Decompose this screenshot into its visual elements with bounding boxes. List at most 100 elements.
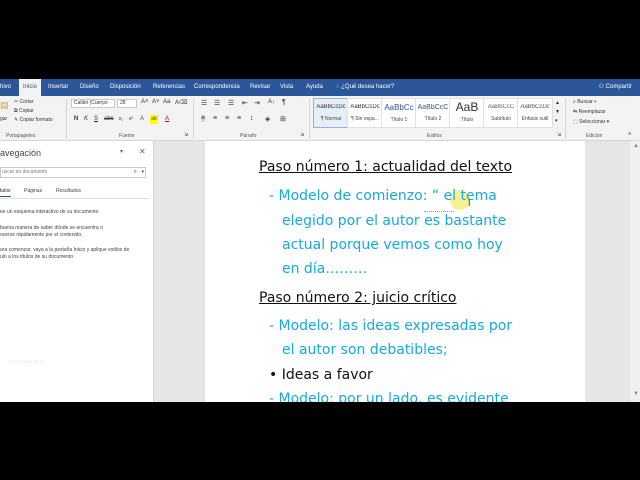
select-button[interactable]: ⬚ Seleccionar ▾ — [573, 119, 609, 125]
bullet-ideas-a-favor[interactable]: • Ideas a favor — [269, 367, 373, 383]
justify-icon[interactable]: ≡ — [237, 115, 241, 122]
tab-correspondencia[interactable]: Correspondencia — [194, 79, 240, 96]
scroll-up-icon[interactable]: ▲ — [633, 143, 639, 149]
style-subtitulo[interactable]: AaBbCcC Subtítulo — [483, 98, 519, 128]
model-line[interactable]: actual porque vemos como hoy — [282, 237, 503, 253]
clipboard-group-label: Portapapeles — [6, 133, 36, 139]
styles-scroll-icon[interactable]: ▲ ▼ ▾ — [555, 99, 560, 126]
watermark-brand: SCREENCAST MATIC — [8, 366, 130, 378]
font-size-select[interactable]: 28 — [117, 99, 137, 108]
font-launcher-icon[interactable]: ⇲ — [184, 132, 188, 138]
font-name-select[interactable]: Calibri (Cuerpo — [71, 99, 115, 108]
tab-referencias[interactable]: Referencias — [153, 79, 185, 96]
style-titulo-1[interactable]: AaBbCc Título 1 — [381, 98, 417, 128]
styles-launcher-icon[interactable]: ⇲ — [557, 132, 561, 138]
line-spacing-icon[interactable]: ↕ — [250, 115, 254, 122]
decrease-indent-icon[interactable]: ⇤ — [242, 99, 248, 107]
italic-icon[interactable]: K — [82, 115, 90, 124]
model-line[interactable]: - Modelo: por un lado, es evidente — [269, 391, 509, 402]
tab-resultados[interactable]: Resultados — [56, 188, 81, 194]
tab-titulos[interactable]: tulos — [0, 188, 11, 197]
model-line[interactable]: - Modelo: las ideas expresadas por — [269, 318, 512, 334]
nav-help-text: buena manera de saber dónde se encuentra… — [0, 225, 103, 231]
scroll-down-icon[interactable]: ▼ — [633, 391, 639, 397]
text-effects-icon[interactable]: A — [138, 115, 146, 124]
tab-paginas[interactable]: Páginas — [24, 188, 42, 194]
borders-icon[interactable]: ⊞ — [280, 115, 286, 123]
paragraph-launcher-icon[interactable]: ⇲ — [300, 132, 304, 138]
nav-help-text: ulo a los títulos de su documento. — [0, 254, 75, 260]
tab-inicio[interactable]: Inicio — [19, 79, 42, 96]
tab-ayuda[interactable]: Ayuda — [306, 79, 323, 96]
divider — [565, 99, 566, 139]
vertical-scrollbar[interactable]: ▲ ▼ — [630, 141, 640, 402]
style-titulo[interactable]: AaB Título — [449, 98, 485, 128]
multilevel-list-icon[interactable]: ☰ — [228, 99, 234, 107]
cut-button[interactable]: ✂ Cortar — [14, 99, 34, 105]
tab-disposicion[interactable]: Disposición — [110, 79, 141, 96]
style-name: Título 1 — [390, 117, 408, 123]
style-name: Título 2 — [424, 116, 442, 122]
divider — [309, 99, 310, 139]
tell-me-box[interactable]: ◌ ¿Qué desea hacer? — [336, 79, 394, 96]
bullets-icon[interactable]: ☰ — [201, 99, 207, 107]
search-icon: ⌕ — [573, 99, 576, 105]
style-sin-espaciado[interactable]: AaBbCcDc ¶ Sin espa... — [347, 98, 383, 128]
numbering-icon[interactable]: ☰ — [214, 99, 220, 107]
find-button[interactable]: ⌕ Buscar ▾ — [573, 99, 596, 105]
underline-icon[interactable]: S — [92, 115, 100, 124]
replace-button[interactable]: ⇆ Reemplazar — [573, 109, 606, 115]
align-left-icon[interactable]: ≡ — [201, 115, 206, 122]
grow-font-icon[interactable]: A˄ — [141, 99, 149, 105]
tab-insertar[interactable]: Insertar — [48, 79, 68, 96]
text-cursor-icon: I — [468, 198, 471, 208]
search-icon[interactable]: ⌕ — [134, 168, 137, 177]
font-color-icon[interactable]: A — [163, 115, 171, 124]
sort-icon[interactable]: A↓ — [268, 99, 275, 105]
share-button[interactable]: ⚇ Compartir — [599, 79, 632, 96]
align-right-icon[interactable]: ≡ — [225, 115, 229, 122]
format-painter-button[interactable]: ✎ Copiar formato — [14, 117, 53, 123]
copy-icon: ⧉ — [14, 108, 18, 114]
nav-help-text: ara comenzar, vaya a la pestaña Inicio y… — [0, 247, 130, 253]
cut-label: Cortar — [19, 99, 34, 105]
lightbulb-icon: ◌ — [336, 84, 340, 90]
paste-label[interactable]: gar — [0, 116, 7, 122]
highlight-icon[interactable]: ab — [150, 115, 158, 124]
bold-icon[interactable]: N — [72, 115, 80, 124]
tab-vista[interactable]: Vista — [280, 79, 293, 96]
style-normal[interactable]: AaBbCcDc ¶ Normal — [313, 98, 349, 128]
heading-paso-2[interactable]: Paso número 2: juicio crítico — [259, 290, 456, 306]
model-line[interactable]: - Modelo de comienzo: “ el tema — [269, 188, 497, 204]
copy-button[interactable]: ⧉ Copiar — [14, 108, 34, 114]
align-center-icon[interactable]: ≡ — [213, 115, 217, 122]
scissors-icon: ✂ — [14, 99, 19, 105]
change-case-icon[interactable]: Aa — [163, 99, 170, 105]
increase-indent-icon[interactable]: ⇥ — [254, 99, 260, 107]
tab-diseno[interactable]: Diseño — [80, 79, 99, 96]
search-input[interactable]: uscar en documento ⌕ ▾ — [0, 167, 146, 178]
shading-icon[interactable]: ◈ — [265, 115, 270, 123]
search-placeholder: uscar en documento — [2, 169, 48, 175]
model-line[interactable]: elegido por el autor es bastante — [282, 213, 506, 229]
shrink-font-icon[interactable]: A˅ — [152, 99, 160, 105]
style-preview: AaBbCcDc — [350, 104, 380, 110]
chevron-down-icon[interactable]: ▾ — [141, 168, 144, 177]
subscript-icon[interactable]: x₂ — [117, 115, 125, 124]
model-line[interactable]: en día……… — [282, 261, 367, 277]
model-line[interactable]: el autor son debatibles; — [282, 342, 448, 358]
collapse-ribbon-icon[interactable]: ˄ — [628, 132, 632, 138]
document-page[interactable]: Paso número 1: actualidad del texto - Mo… — [205, 141, 585, 402]
close-icon[interactable]: ✕ — [139, 147, 146, 156]
pane-options-icon[interactable]: ▾ — [120, 148, 123, 155]
tab-revisar[interactable]: Revisar — [250, 79, 270, 96]
style-titulo-2[interactable]: AaBbCcC Título 2 — [415, 98, 451, 128]
paste-icon[interactable]: ▤ — [0, 100, 9, 111]
tab-archivo[interactable]: hivo — [0, 79, 11, 96]
heading-paso-1[interactable]: Paso número 1: actualidad del texto — [259, 159, 512, 175]
style-enfasis-sutil[interactable]: AaBbCcDc Énfasis sutil — [517, 98, 553, 128]
show-marks-icon[interactable]: ¶ — [282, 99, 286, 106]
clear-format-icon[interactable]: A⌫ — [175, 99, 188, 106]
superscript-icon[interactable]: x² — [127, 115, 135, 124]
strikethrough-icon[interactable]: abc — [104, 115, 114, 124]
